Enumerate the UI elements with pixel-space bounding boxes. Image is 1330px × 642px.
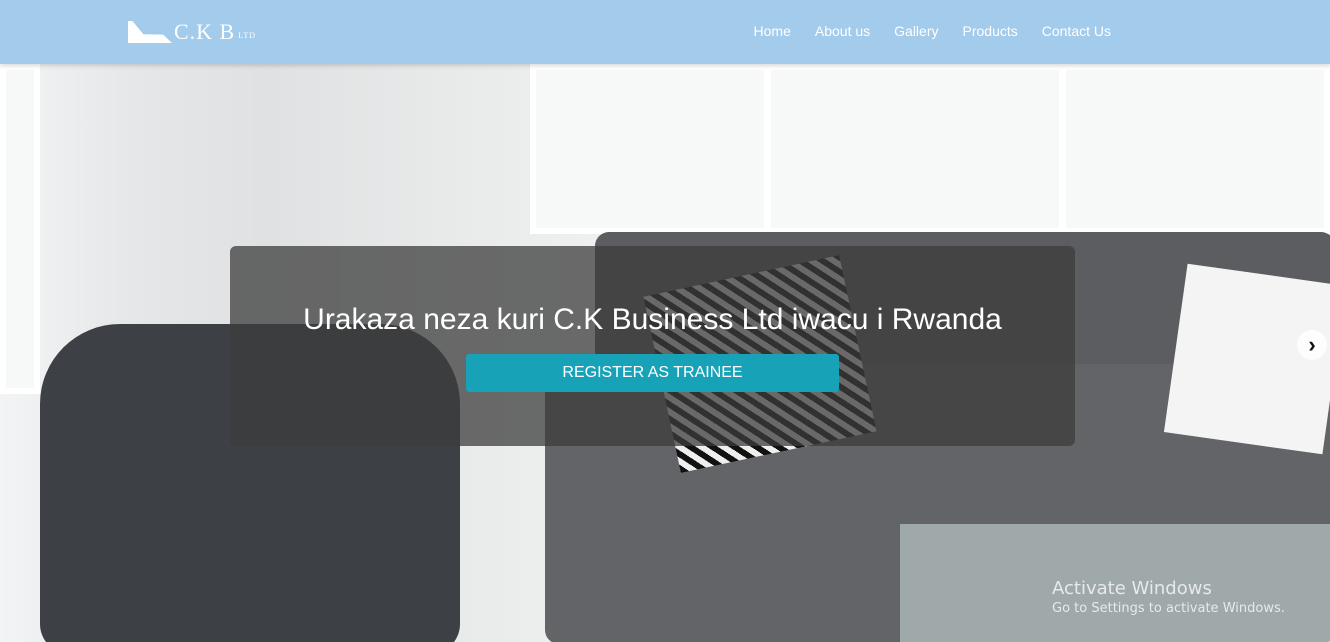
nav-home[interactable]: Home xyxy=(754,23,791,39)
logo-mark-icon xyxy=(128,21,172,43)
main-nav: Home About us Gallery Products Contact U… xyxy=(754,23,1111,39)
window-decor xyxy=(0,64,40,394)
nav-gallery[interactable]: Gallery xyxy=(894,23,938,39)
window-decor xyxy=(765,64,1065,234)
chevron-right-icon: › xyxy=(1308,332,1316,357)
watermark-title: Activate Windows xyxy=(1052,578,1212,599)
carousel-caption: Urakaza neza kuri C.K Business Ltd iwacu… xyxy=(230,246,1075,446)
hero-headline: Urakaza neza kuri C.K Business Ltd iwacu… xyxy=(303,303,1002,336)
navbar: C.K B LTD Home About us Gallery Products… xyxy=(0,0,1330,64)
logo-sub: LTD xyxy=(238,31,257,40)
window-decor xyxy=(1060,64,1330,234)
windows-activation-watermark: Activate Windows Go to Settings to activ… xyxy=(1052,578,1285,616)
register-trainee-button[interactable]: REGISTER AS TRAINEE xyxy=(466,354,839,392)
nav-contact[interactable]: Contact Us xyxy=(1042,23,1111,39)
logo-text: C.K B xyxy=(174,19,236,44)
logo[interactable]: C.K B LTD xyxy=(128,17,256,43)
nav-products[interactable]: Products xyxy=(963,23,1018,39)
window-decor xyxy=(530,64,770,234)
watermark-subtitle: Go to Settings to activate Windows. xyxy=(1052,601,1285,616)
pillow xyxy=(1163,263,1330,455)
nav-about[interactable]: About us xyxy=(815,23,870,39)
carousel-next-button[interactable]: › xyxy=(1297,330,1327,360)
hero-carousel: Urakaza neza kuri C.K Business Ltd iwacu… xyxy=(0,64,1330,642)
